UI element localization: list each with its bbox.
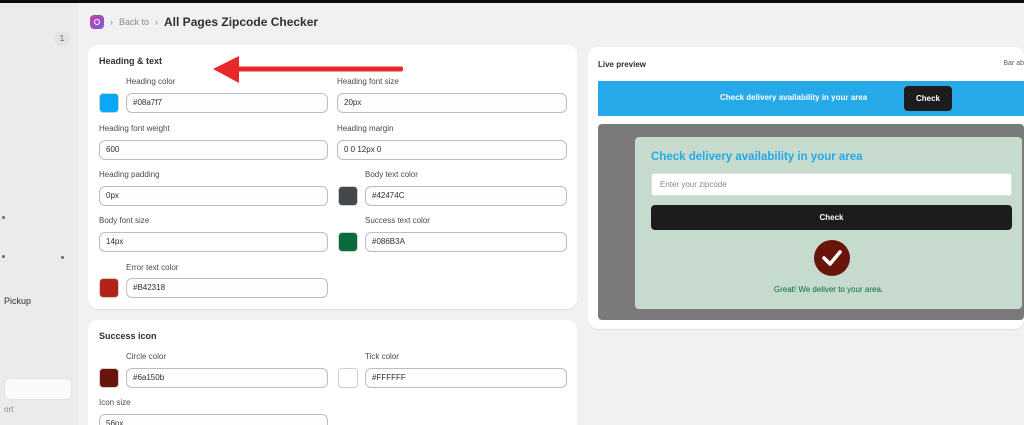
heading-color-label: Heading color xyxy=(126,77,176,86)
success-check-icon xyxy=(814,240,850,276)
sidebar-selected-item[interactable] xyxy=(4,378,72,400)
body-text-color-swatch[interactable] xyxy=(338,186,358,206)
annotation-arrow-icon xyxy=(213,56,403,83)
preview-mode-label[interactable]: Bar ab xyxy=(1003,60,1024,67)
window-top-bar xyxy=(0,0,1024,3)
heading-color-swatch[interactable] xyxy=(99,93,119,113)
circle-color-swatch[interactable] xyxy=(99,368,119,388)
body-text-color-input[interactable]: #42474C xyxy=(365,186,567,206)
icon-size-label: Icon size xyxy=(99,398,131,407)
sidebar-dot xyxy=(2,216,5,219)
preview-modal-title: Check delivery availability in your area xyxy=(651,151,863,163)
heading-font-weight-input[interactable]: 600 xyxy=(99,140,328,160)
app-logo-icon xyxy=(90,15,104,29)
preview-modal-overlay: Check delivery availability in your area… xyxy=(598,124,1024,320)
preview-bar-text: Check delivery availability in your area xyxy=(720,93,868,102)
circle-color-label: Circle color xyxy=(126,352,167,361)
sidebar-count-badge: 1 xyxy=(55,32,69,46)
section-title-success-icon: Success icon xyxy=(99,331,157,341)
heading-color-input[interactable]: #08a7f7 xyxy=(126,93,328,113)
heading-margin-label: Heading margin xyxy=(337,124,394,133)
page-title: All Pages Zipcode Checker xyxy=(164,15,319,29)
section-title-heading-text: Heading & text xyxy=(99,56,163,66)
error-text-color-input[interactable]: #B42318 xyxy=(126,278,328,298)
chevron-right-icon: › xyxy=(155,17,159,27)
body-font-size-input[interactable]: 14px xyxy=(99,232,328,252)
preview-zipcode-input[interactable]: Enter your zipcode xyxy=(651,173,1012,196)
preview-bar: Check delivery availability in your area… xyxy=(598,81,1024,116)
body-text-color-label: Body text color xyxy=(365,170,418,179)
success-text-color-swatch[interactable] xyxy=(338,232,358,252)
heading-margin-input[interactable]: 0 0 12px 0 xyxy=(337,140,567,160)
sidebar-item-pickup[interactable]: Pickup xyxy=(4,296,31,306)
success-text-color-input[interactable]: #086B3A xyxy=(365,232,567,252)
body-font-size-label: Body font size xyxy=(99,216,150,225)
heading-padding-input[interactable]: 0px xyxy=(99,186,328,206)
preview-bar-check-button[interactable]: Check xyxy=(904,86,952,111)
heading-font-weight-label: Heading font weight xyxy=(99,124,170,133)
success-icon-card: Success icon Circle color #6a150b Tick c… xyxy=(88,320,577,425)
sidebar-dot xyxy=(2,255,5,258)
sidebar: 1 Pickup ort xyxy=(0,3,78,425)
success-text-color-label: Success text color xyxy=(365,216,430,225)
preview-modal: Check delivery availability in your area… xyxy=(635,137,1022,309)
sidebar-item-support[interactable]: ort xyxy=(4,405,13,414)
tick-color-input[interactable]: #FFFFFF xyxy=(365,368,567,388)
back-link[interactable]: Back to xyxy=(119,17,149,27)
sidebar-dot xyxy=(61,256,64,259)
circle-color-input[interactable]: #6a150b xyxy=(126,368,328,388)
live-preview-title: Live preview xyxy=(598,60,647,69)
heading-padding-label: Heading padding xyxy=(99,170,160,179)
error-text-color-label: Error text color xyxy=(126,263,179,272)
breadcrumb: › Back to › All Pages Zipcode Checker xyxy=(90,12,318,32)
error-text-color-swatch[interactable] xyxy=(99,278,119,298)
preview-success-message: Great! We deliver to your area. xyxy=(773,285,884,294)
icon-size-input[interactable]: 56px xyxy=(99,414,328,425)
preview-check-button[interactable]: Check xyxy=(651,205,1012,230)
chevron-right-icon: › xyxy=(110,17,113,27)
live-preview-card: Live preview Bar ab Check delivery avail… xyxy=(588,47,1024,329)
tick-color-label: Tick color xyxy=(365,352,399,361)
heading-font-size-input[interactable]: 20px xyxy=(337,93,567,113)
tick-color-swatch[interactable] xyxy=(338,368,358,388)
